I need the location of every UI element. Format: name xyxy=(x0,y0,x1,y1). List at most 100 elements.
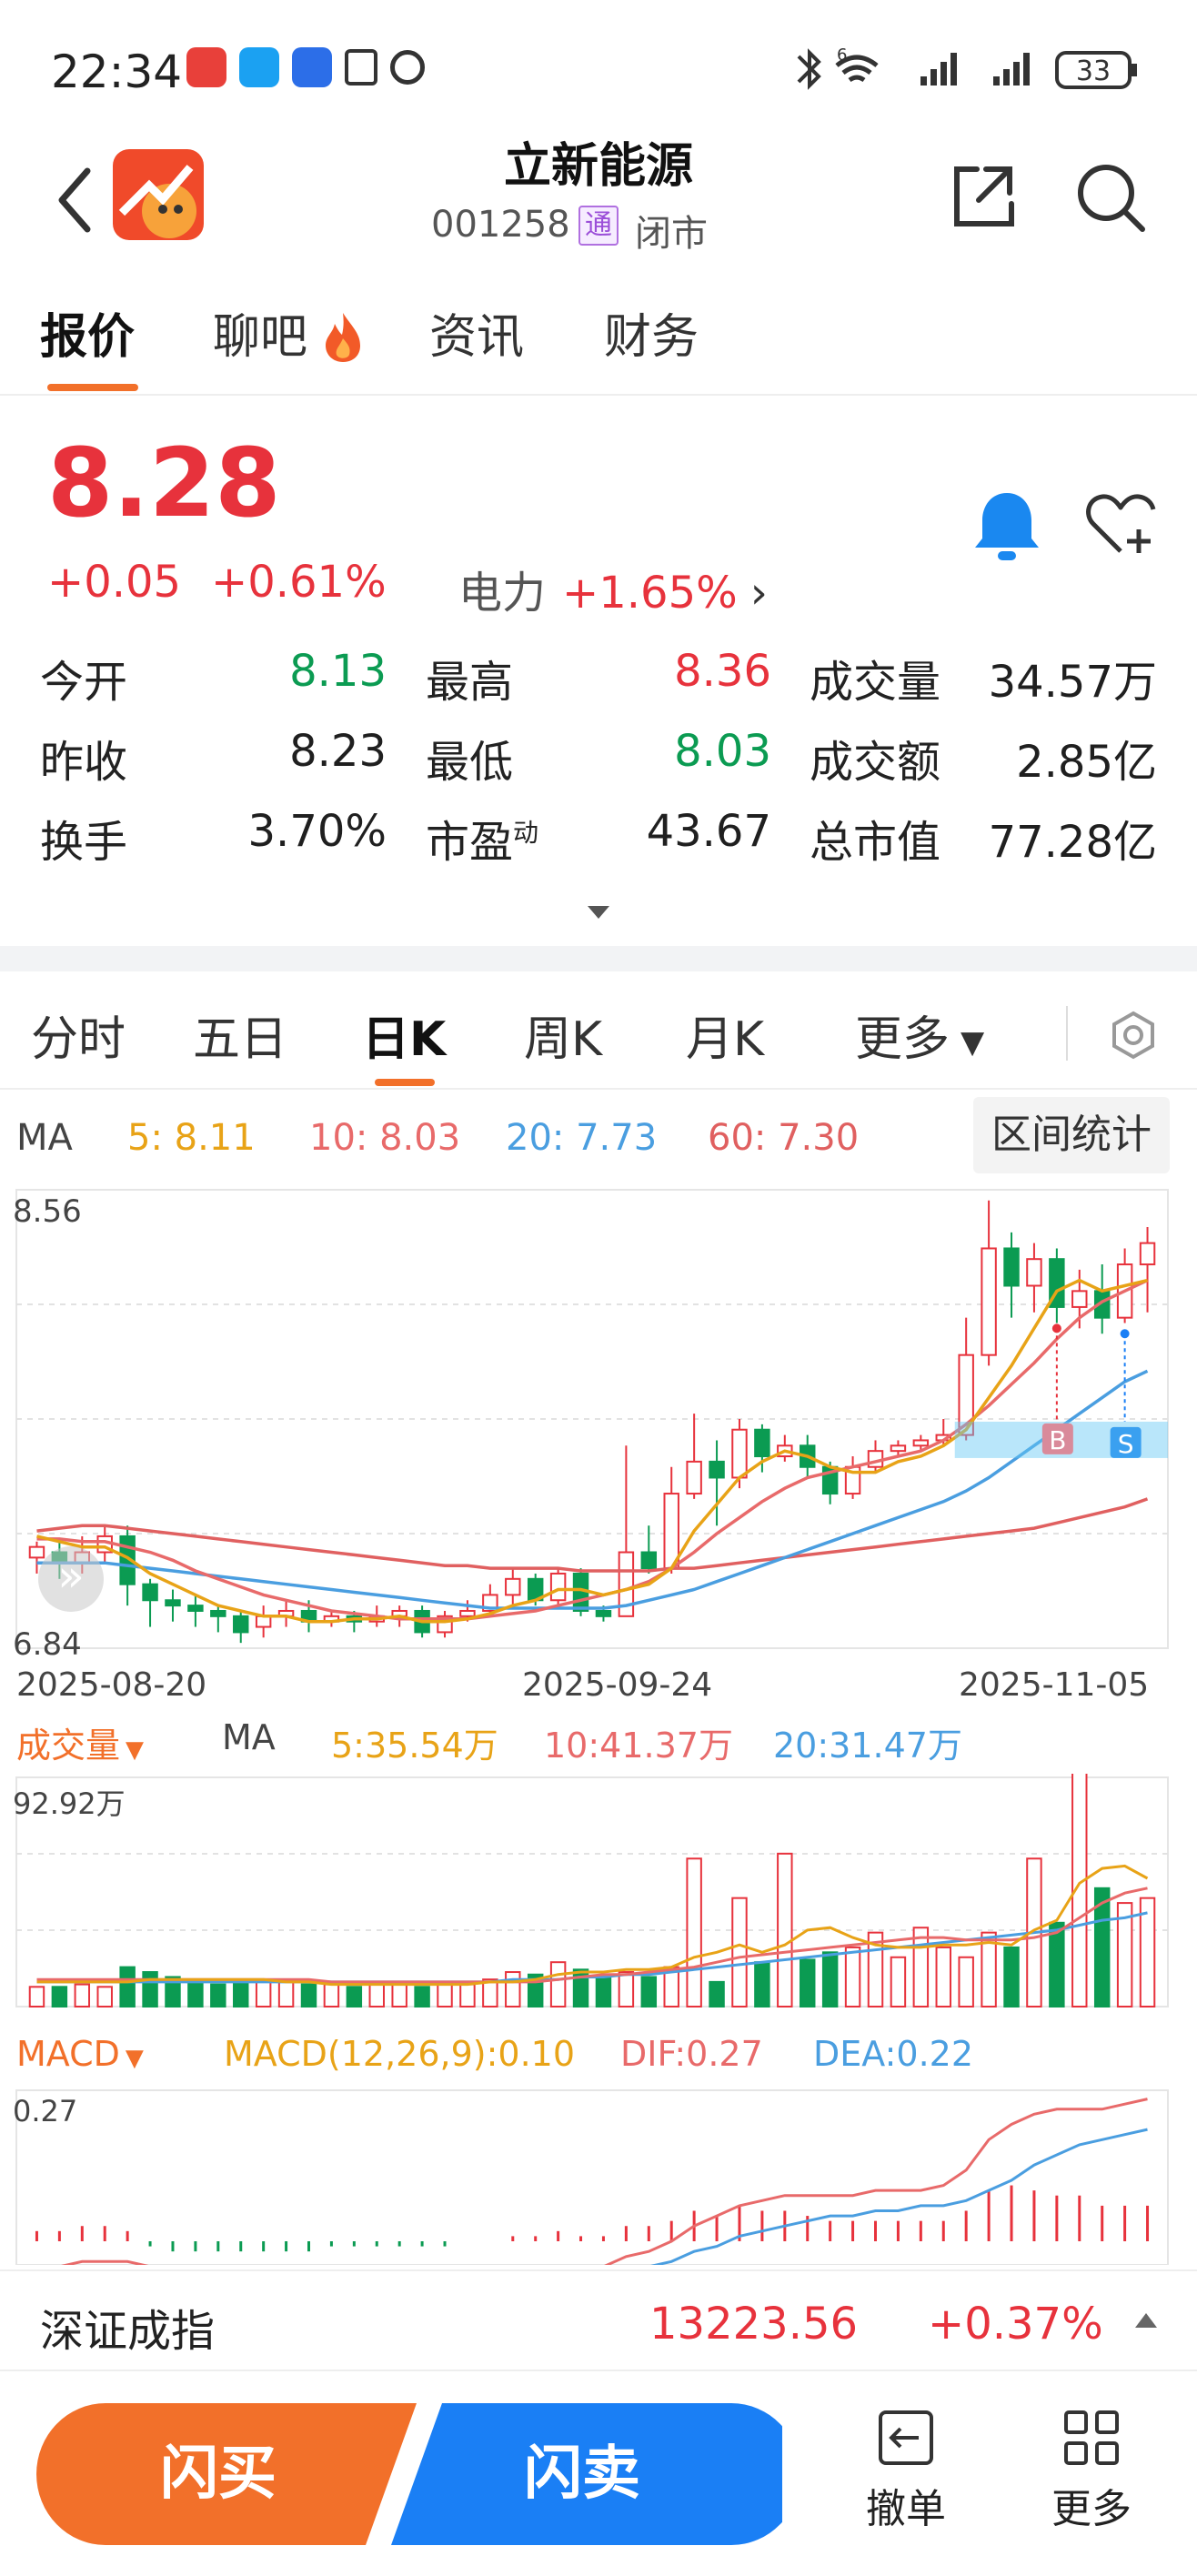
volume-bar xyxy=(640,1976,658,2007)
main-tabs: 报价 聊吧 资讯 财务 xyxy=(0,282,1197,396)
signal-icon-1 xyxy=(920,53,957,86)
tab-news[interactable]: 资讯 xyxy=(429,298,524,367)
label-open: 今开 xyxy=(40,657,128,708)
share-icon xyxy=(954,166,1014,226)
alert-button[interactable] xyxy=(968,486,1046,564)
volume-bar xyxy=(1003,1946,1020,2008)
candlestick-chart[interactable]: BS xyxy=(0,1182,1197,1692)
candle xyxy=(255,1615,272,1628)
connect-badge: 通 xyxy=(578,206,619,246)
volume-bar xyxy=(74,1983,91,2007)
tab-chat[interactable]: 聊吧 xyxy=(213,298,307,367)
status-time: 22:34 xyxy=(51,45,183,98)
volume-bar xyxy=(28,1986,45,2008)
ma10-value: 10: 8.03 xyxy=(309,1117,461,1159)
price-change: +0.05 xyxy=(47,557,182,608)
tab-quote[interactable]: 报价 xyxy=(40,298,135,367)
index-bar[interactable]: 深证成指 13223.56 +0.37% xyxy=(0,2269,1197,2371)
volume-bar xyxy=(618,1971,635,2008)
ma-label: MA xyxy=(16,1117,73,1159)
volume-ma10-line xyxy=(36,1887,1148,1984)
flash-buy-button[interactable]: 闪买 xyxy=(36,2401,400,2547)
value-high: 8.36 xyxy=(674,646,771,697)
bluetooth-icon xyxy=(797,48,821,90)
tab-more[interactable]: 更多 ▼ xyxy=(855,1001,984,1069)
candle xyxy=(595,1609,612,1617)
range-stats-button[interactable]: 区间统计 xyxy=(973,1097,1170,1173)
share-button[interactable] xyxy=(946,160,1019,233)
chart-settings-button[interactable] xyxy=(1108,1010,1159,1061)
volume-bar xyxy=(187,1980,204,2008)
volume-bar xyxy=(368,1983,385,2007)
volume-bar xyxy=(890,1956,907,2008)
candle xyxy=(1003,1247,1020,1287)
volume-ma20: 20:31.47万 xyxy=(773,1726,962,1766)
macd-indicator-label[interactable]: MACD ▼ xyxy=(16,2034,144,2074)
candle xyxy=(640,1551,658,1570)
search-button[interactable] xyxy=(1073,160,1150,236)
sell-marker-dot xyxy=(1120,1329,1130,1339)
volume-indicator-label[interactable]: 成交量 ▼ xyxy=(16,1717,144,1767)
label-high: 最高 xyxy=(426,657,514,708)
candle xyxy=(731,1428,748,1479)
active-tab-indicator xyxy=(47,384,138,391)
kline-tabs: 分时 五日 日K 周K 月K 更多 ▼ xyxy=(0,971,1197,1090)
x-label-end: 2025-11-05 xyxy=(959,1666,1150,1704)
candle xyxy=(165,1599,181,1607)
expand-chart-button[interactable]: » xyxy=(38,1546,104,1612)
candle xyxy=(549,1572,567,1602)
watchlist-button[interactable] xyxy=(1082,486,1159,562)
settings-icon xyxy=(1112,1011,1154,1060)
volume-bar xyxy=(346,1986,363,2008)
label-low: 最低 xyxy=(426,737,514,788)
value-open: 8.13 xyxy=(289,646,387,697)
more-button[interactable]: 更多 xyxy=(1037,2409,1146,2545)
more-label: 更多 xyxy=(1051,2486,1132,2532)
current-price: 8.28 xyxy=(47,428,281,538)
kline-tab-indicator xyxy=(375,1079,435,1086)
candle xyxy=(505,1577,521,1596)
candle xyxy=(1026,1258,1042,1287)
bell-icon xyxy=(975,493,1039,560)
expand-button[interactable] xyxy=(586,904,611,921)
volume-bar xyxy=(686,1857,702,2008)
market-status: 闭市 xyxy=(635,213,708,255)
huawei-app-icon xyxy=(186,47,226,87)
volume-bar xyxy=(210,1983,226,2007)
volume-bar xyxy=(935,1946,951,2008)
x-label-start: 2025-08-20 xyxy=(16,1666,207,1704)
volume-bar xyxy=(255,1980,272,2008)
tab-weekly-k[interactable]: 周K xyxy=(524,1001,602,1069)
sector-link[interactable]: 电力 +1.65% › xyxy=(458,557,768,620)
tab-intraday[interactable]: 分时 xyxy=(31,1001,126,1069)
fire-icon xyxy=(326,313,360,362)
cancel-order-button[interactable]: 撤单 xyxy=(851,2409,961,2545)
flash-sell-button[interactable]: 闪卖 xyxy=(400,2401,764,2547)
cancel-order-label: 撤单 xyxy=(866,2486,946,2532)
volume-bar xyxy=(414,1986,430,2008)
battery-level: 33 xyxy=(1076,55,1111,87)
macd-dif: DIF:0.27 xyxy=(620,2034,763,2074)
chevron-right-icon: › xyxy=(749,568,768,619)
volume-ma5-line xyxy=(36,1864,1149,1987)
action-bar: 闪买 闪卖 撤单 更多 xyxy=(0,2374,1197,2576)
tab-daily-k[interactable]: 日K xyxy=(362,1001,446,1069)
label-turnover-amount: 成交额 xyxy=(810,737,941,788)
label-pe-sup: 动 xyxy=(513,818,539,848)
label-pe-text: 市盈 xyxy=(426,817,514,868)
caret-down-icon xyxy=(588,906,609,919)
volume-bar xyxy=(709,1980,725,2008)
volume-chart[interactable] xyxy=(0,1774,1197,2019)
candle xyxy=(210,1609,226,1617)
tab-five-day[interactable]: 五日 xyxy=(193,1001,287,1069)
label-pe: 市盈动 xyxy=(426,806,538,870)
index-change: +0.37% xyxy=(928,2299,1103,2350)
volume-bar xyxy=(505,1971,521,2008)
notification-icons xyxy=(186,47,425,87)
heart-plus-icon xyxy=(1086,494,1156,553)
tab-monthly-k[interactable]: 月K xyxy=(686,1001,764,1069)
macd-chart[interactable] xyxy=(0,2087,1197,2265)
tab-finance[interactable]: 财务 xyxy=(604,298,699,367)
caret-down-icon: ▼ xyxy=(961,1024,985,1061)
ma60-value: 60: 7.30 xyxy=(708,1117,860,1159)
